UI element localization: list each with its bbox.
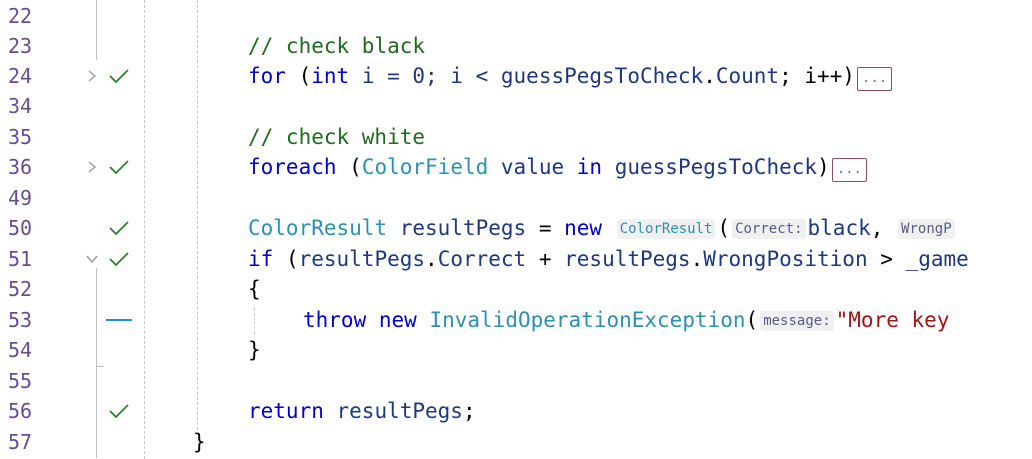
line-number: 56 [8,399,33,423]
line-number: 50 [8,216,33,240]
punctuation: ( [285,64,312,88]
collapsed-block-button[interactable]: ... [831,158,867,182]
inlay-type-hint: ColorResult [616,219,716,239]
keyword: in [576,155,603,179]
identifier: resultPegs [336,399,463,423]
code-line[interactable]: 51 if (resultPegs.Correct + resultPegs.W… [0,244,1032,274]
code-line[interactable]: 56 return resultPegs; [0,396,1032,426]
code-text: i = 0; i < [349,64,501,88]
change-marker [106,319,132,321]
comment: // check black [248,34,426,58]
line-number: 36 [8,155,33,179]
line-number: 55 [8,369,33,393]
line-number: 22 [8,4,33,28]
type-name: ColorField [361,155,489,179]
identifier: Correct [437,247,527,271]
code-line[interactable]: 55 [0,366,1032,396]
keyword: int [311,64,350,88]
line-number: 24 [8,64,33,88]
check-icon [109,69,129,84]
code-line[interactable]: 53 throw new InvalidOperationException(m… [0,305,1032,335]
identifier: resultPegs [564,247,691,271]
check-icon [109,252,129,267]
line-number: 49 [8,186,33,210]
keyword: return [248,399,324,423]
code-line[interactable]: 36 foreach (ColorField value in guessPeg… [0,152,1032,182]
check-icon [109,404,129,419]
punctuation: ( [745,308,759,332]
punctuation [324,399,337,423]
punctuation: . [425,247,438,271]
keyword: throw [303,308,367,332]
punctuation [564,155,577,179]
punctuation: = [526,216,565,240]
keyword: if [248,247,274,271]
punctuation: ; i++) [779,64,855,88]
line-number: 34 [8,94,33,118]
code-line[interactable]: 35 // check white [0,122,1032,152]
comment: // check white [248,125,426,149]
collapsed-block-button[interactable]: ... [856,67,893,91]
keyword: foreach [248,155,337,179]
type-name: InvalidOperationException [429,308,746,332]
punctuation: ( [273,247,299,271]
punctuation [488,155,501,179]
code-line[interactable]: 34 [0,91,1032,121]
chevron-right-icon[interactable] [86,161,98,173]
line-number: 53 [8,308,33,332]
punctuation: ) [817,155,830,179]
inlay-parameter-hint: WrongP [898,219,955,239]
inlay-parameter-hint: message: [760,311,834,331]
code-line[interactable]: 49 [0,183,1032,213]
brace: } [193,430,206,454]
line-number: 51 [8,247,33,271]
keyword: for [248,64,286,88]
punctuation: ; [462,399,476,423]
punctuation: > [867,247,906,271]
line-number: 54 [8,338,33,362]
line-number: 35 [8,125,33,149]
punctuation: , [870,216,884,240]
code-line[interactable]: 52 { [0,274,1032,304]
type-name: ColorResult [248,216,388,240]
chevron-down-icon[interactable] [86,253,98,265]
line-number: 23 [8,34,33,58]
brace: } [248,338,261,362]
punctuation: ( [336,155,362,179]
punctuation [417,308,430,332]
inlay-parameter-hint: Correct: [732,219,806,239]
punctuation: . [703,64,716,88]
punctuation [602,155,615,179]
line-number: 57 [8,430,33,454]
punctuation: + [526,247,565,271]
code-line[interactable]: 50 ColorResult resultPegs = new ColorRes… [0,213,1032,243]
code-line[interactable]: 22 [0,1,1032,31]
punctuation: ( [717,216,731,240]
identifier: guessPegsToCheck [500,64,704,88]
identifier: resultPegs [298,247,426,271]
chevron-right-icon[interactable] [86,70,98,82]
identifier: WrongPosition [703,247,868,271]
identifier: _game [905,247,969,271]
code-line[interactable]: 54 } [0,335,1032,365]
punctuation: . [690,247,704,271]
identifier: guessPegsToCheck [614,155,818,179]
identifier: black [807,216,871,240]
string-literal: "More key [835,308,950,332]
punctuation [387,216,400,240]
code-line[interactable]: 23 // check black [0,31,1032,61]
punctuation [366,308,379,332]
check-icon [109,221,129,236]
identifier: Count [715,64,780,88]
identifier: resultPegs [399,216,527,240]
brace: { [248,277,261,301]
keyword: new [564,216,603,240]
line-number: 52 [8,277,33,301]
keyword: new [378,308,417,332]
code-line[interactable]: 24 for (int i = 0; i < guessPegsToCheck.… [0,61,1032,91]
identifier: value [500,155,565,179]
check-icon [109,160,129,175]
code-line[interactable]: 57 } [0,427,1032,457]
code-editor[interactable]: 22 23 // check black 24 for (int i = 0; … [0,0,1032,459]
